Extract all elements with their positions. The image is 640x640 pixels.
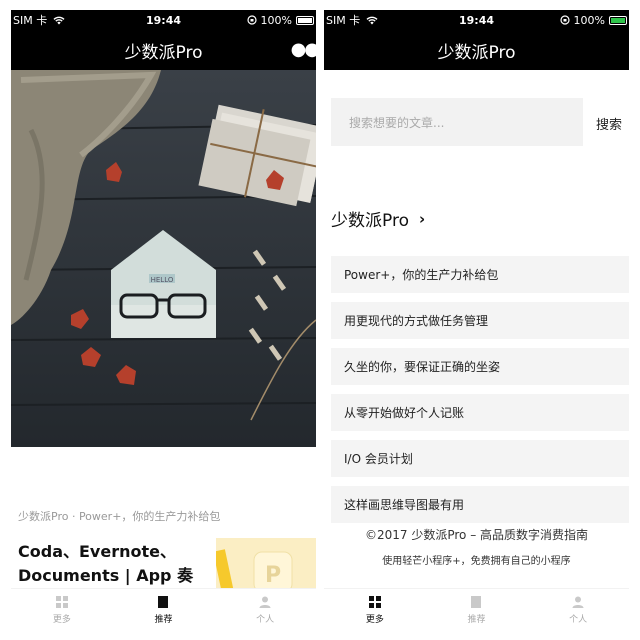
tab-bar: 更多 推荐 个人 — [11, 588, 316, 630]
orientation-lock-icon — [246, 15, 257, 25]
tab-profile[interactable]: 个人 — [548, 595, 608, 625]
section-title: 少数派Pro — [331, 211, 409, 231]
footer-copyright: ©2017 少数派Pro – 高品质数字消费指南 — [364, 528, 589, 542]
carrier-label: SIM 卡 — [326, 14, 361, 27]
more-dots-icon[interactable]: ●● — [291, 41, 316, 59]
battery-icon — [296, 15, 314, 25]
article-list: Power+，你的生产力补给包 用更现代的方式做任务管理 久坐的你，要保证正确的… — [331, 256, 629, 532]
status-bar: SIM 卡 19:44 100% — [11, 10, 316, 30]
tab-label: 推荐 — [467, 615, 486, 625]
tab-more[interactable]: 更多 — [32, 595, 92, 625]
tab-bar: 更多 推荐 个人 — [324, 588, 629, 630]
tab-recommend[interactable]: 推荐 — [133, 595, 193, 625]
wifi-icon — [366, 16, 378, 24]
hero-card-text: HELLO — [151, 276, 174, 284]
tab-label: 更多 — [365, 615, 384, 625]
person-icon — [572, 596, 584, 608]
tab-label: 推荐 — [154, 615, 173, 625]
hero-image[interactable]: HELLO — [11, 70, 316, 447]
tab-label: 更多 — [52, 615, 71, 625]
battery-percent: 100% — [573, 13, 605, 27]
carrier-label: SIM 卡 — [13, 14, 48, 27]
footer-powered-by[interactable]: 使用轻芒小程序+，免费拥有自己的小程序 — [324, 552, 629, 567]
search-input[interactable]: 搜索想要的文章... — [331, 98, 583, 146]
search-button[interactable]: 搜索 — [596, 114, 622, 133]
list-item[interactable]: 久坐的你，要保证正确的坐姿 — [331, 348, 629, 385]
recommend-icon — [158, 596, 169, 608]
tab-label: 个人 — [569, 615, 588, 625]
list-item[interactable]: Power+，你的生产力补给包 — [331, 256, 629, 293]
page-title: 少数派Pro — [437, 42, 516, 63]
nav-bar: 少数派Pro ●● — [11, 30, 316, 70]
thumbnail-letter: P — [265, 563, 281, 588]
battery-icon — [609, 15, 627, 25]
phone-screen-search: SIM 卡 19:44 100% 少数派Pro 搜索想要的文章... 搜索 少数… — [324, 10, 629, 630]
search-placeholder: 搜索想要的文章... — [349, 115, 445, 130]
status-bar: SIM 卡 19:44 100% — [324, 10, 629, 30]
phone-screen-home: SIM 卡 19:44 100% 少数派Pro ●● HELLO 少数派Pro … — [11, 10, 316, 630]
tab-recommend[interactable]: 推荐 — [446, 595, 506, 625]
grid-icon — [55, 596, 68, 608]
chevron-right-icon: › — [418, 209, 426, 228]
tab-more[interactable]: 更多 — [345, 595, 405, 625]
section-header[interactable]: 少数派Pro › — [331, 206, 426, 232]
nav-bar: 少数派Pro — [324, 30, 629, 70]
list-item[interactable]: 这样画思维导图最有用 — [331, 486, 629, 523]
tab-label: 个人 — [256, 615, 275, 625]
tab-profile[interactable]: 个人 — [235, 595, 295, 625]
list-item[interactable]: 从零开始做好个人记账 — [331, 394, 629, 431]
wifi-icon — [53, 16, 65, 24]
page-title: 少数派Pro — [124, 42, 203, 63]
recommend-icon — [471, 596, 482, 608]
list-item[interactable]: 用更现代的方式做任务管理 — [331, 302, 629, 339]
grid-icon — [368, 596, 381, 608]
list-item[interactable]: I/O 会员计划 — [331, 440, 629, 477]
orientation-lock-icon — [559, 15, 570, 25]
battery-percent: 100% — [260, 13, 292, 27]
article-caption: 少数派Pro · Power+，你的生产力补给包 — [18, 510, 221, 523]
person-icon — [259, 596, 271, 608]
